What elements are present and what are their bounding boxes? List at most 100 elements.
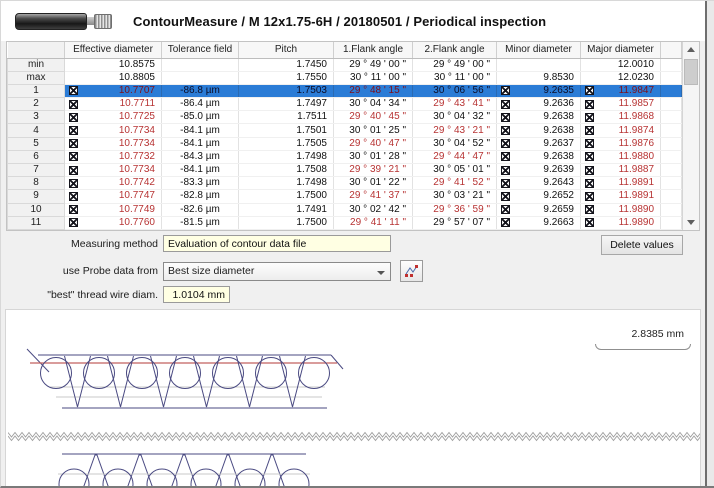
pitch-cell[interactable]: 1.7550 bbox=[239, 71, 334, 84]
row-number[interactable]: 1 bbox=[8, 84, 65, 97]
tolerance-field-cell[interactable]: -85.0 µm bbox=[162, 111, 239, 124]
value-checkbox[interactable] bbox=[501, 86, 510, 95]
flank-angle-2-cell[interactable]: 30 ° 04 ' 52 " bbox=[413, 137, 497, 150]
tolerance-field-cell[interactable]: -86.8 µm bbox=[162, 84, 239, 97]
table-row[interactable]: 410.7734-84.1 µm1.750130 ° 01 ' 25 "29 °… bbox=[8, 124, 682, 137]
flank-angle-2-cell[interactable]: 30 ° 11 ' 00 " bbox=[413, 71, 497, 84]
pitch-cell[interactable]: 1.7450 bbox=[239, 58, 334, 71]
major-diameter-cell[interactable]: 12.0010 bbox=[581, 58, 661, 71]
table-row[interactable]: 310.7725-85.0 µm1.751129 ° 40 ' 45 "30 °… bbox=[8, 111, 682, 124]
tolerance-field-cell[interactable]: -84.1 µm bbox=[162, 164, 239, 177]
effective-diameter-cell[interactable]: 10.7747 bbox=[65, 190, 162, 203]
row-number[interactable]: 7 bbox=[8, 164, 65, 177]
value-checkbox[interactable] bbox=[585, 126, 594, 135]
value-checkbox[interactable] bbox=[501, 126, 510, 135]
tolerance-field-cell[interactable]: -84.3 µm bbox=[162, 150, 239, 163]
row-number[interactable]: 4 bbox=[8, 124, 65, 137]
value-checkbox[interactable] bbox=[585, 205, 594, 214]
value-checkbox[interactable] bbox=[585, 113, 594, 122]
value-checkbox[interactable] bbox=[69, 100, 78, 109]
value-checkbox[interactable] bbox=[585, 218, 594, 227]
limit-row[interactable]: max10.88051.755030 ° 11 ' 00 "30 ° 11 ' … bbox=[8, 71, 682, 84]
table-row[interactable]: 810.7742-83.3 µm1.749830 ° 01 ' 22 "29 °… bbox=[8, 177, 682, 190]
value-checkbox[interactable] bbox=[501, 113, 510, 122]
table-row[interactable]: 510.7734-84.1 µm1.750529 ° 40 ' 47 "30 °… bbox=[8, 137, 682, 150]
value-checkbox[interactable] bbox=[501, 166, 510, 175]
flank-angle-1-cell[interactable]: 30 ° 01 ' 22 " bbox=[334, 177, 413, 190]
pitch-cell[interactable]: 1.7501 bbox=[239, 124, 334, 137]
pitch-cell[interactable]: 1.7505 bbox=[239, 137, 334, 150]
effective-diameter-cell[interactable]: 10.7711 bbox=[65, 98, 162, 111]
tolerance-field-cell[interactable]: -86.4 µm bbox=[162, 98, 239, 111]
minor-diameter-cell[interactable] bbox=[497, 58, 581, 71]
tolerance-field-cell[interactable] bbox=[162, 71, 239, 84]
value-checkbox[interactable] bbox=[501, 192, 510, 201]
value-checkbox[interactable] bbox=[501, 139, 510, 148]
value-checkbox[interactable] bbox=[501, 100, 510, 109]
value-checkbox[interactable] bbox=[69, 218, 78, 227]
minor-diameter-cell[interactable]: 9.2643 bbox=[497, 177, 581, 190]
flank-angle-1-cell[interactable]: 29 ° 40 ' 47 " bbox=[334, 137, 413, 150]
effective-diameter-cell[interactable]: 10.7732 bbox=[65, 150, 162, 163]
flank-angle-1-cell[interactable]: 29 ° 41 ' 11 " bbox=[334, 216, 413, 229]
flank-angle-2-cell[interactable]: 30 ° 04 ' 32 " bbox=[413, 111, 497, 124]
flank-angle-2-cell[interactable]: 30 ° 06 ' 56 " bbox=[413, 84, 497, 97]
effective-diameter-cell[interactable]: 10.7734 bbox=[65, 137, 162, 150]
value-checkbox[interactable] bbox=[69, 126, 78, 135]
effective-diameter-cell[interactable]: 10.7734 bbox=[65, 164, 162, 177]
minor-diameter-cell[interactable]: 9.2638 bbox=[497, 124, 581, 137]
pitch-cell[interactable]: 1.7508 bbox=[239, 164, 334, 177]
table-row[interactable]: 110.7707-86.8 µm1.750329 ° 48 ' 15 "30 °… bbox=[8, 84, 682, 97]
minor-diameter-cell[interactable]: 9.2639 bbox=[497, 164, 581, 177]
major-diameter-cell[interactable]: 11.9890 bbox=[581, 216, 661, 229]
flank-angle-2-cell[interactable]: 29 ° 43 ' 41 " bbox=[413, 98, 497, 111]
major-diameter-cell[interactable]: 11.9891 bbox=[581, 190, 661, 203]
tolerance-field-cell[interactable]: -83.3 µm bbox=[162, 177, 239, 190]
minor-diameter-cell[interactable]: 9.2635 bbox=[497, 84, 581, 97]
tolerance-field-cell[interactable]: -81.5 µm bbox=[162, 216, 239, 229]
limit-row[interactable]: min10.85751.745029 ° 49 ' 00 "29 ° 49 ' … bbox=[8, 58, 682, 71]
effective-diameter-cell[interactable]: 10.7749 bbox=[65, 203, 162, 216]
minor-diameter-cell[interactable]: 9.2637 bbox=[497, 137, 581, 150]
flank-angle-2-cell[interactable]: 29 ° 43 ' 21 " bbox=[413, 124, 497, 137]
minor-diameter-cell[interactable]: 9.2659 bbox=[497, 203, 581, 216]
value-checkbox[interactable] bbox=[69, 179, 78, 188]
probe-points-button[interactable] bbox=[400, 260, 423, 282]
major-diameter-cell[interactable]: 11.9890 bbox=[581, 203, 661, 216]
effective-diameter-cell[interactable]: 10.7742 bbox=[65, 177, 162, 190]
value-checkbox[interactable] bbox=[69, 166, 78, 175]
major-diameter-cell[interactable]: 11.9857 bbox=[581, 98, 661, 111]
minor-diameter-cell[interactable]: 9.2636 bbox=[497, 98, 581, 111]
row-number[interactable]: 11 bbox=[8, 216, 65, 229]
table-row[interactable]: 1110.7760-81.5 µm1.750029 ° 41 ' 11 "29 … bbox=[8, 216, 682, 229]
flank-angle-2-cell[interactable]: 29 ° 57 ' 07 " bbox=[413, 216, 497, 229]
value-checkbox[interactable] bbox=[585, 179, 594, 188]
row-number[interactable]: max bbox=[8, 71, 65, 84]
delete-values-button[interactable]: Delete values bbox=[601, 235, 683, 255]
effective-diameter-cell[interactable]: 10.8575 bbox=[65, 58, 162, 71]
scroll-up-button[interactable] bbox=[683, 42, 699, 57]
value-checkbox[interactable] bbox=[585, 86, 594, 95]
pitch-cell[interactable]: 1.7500 bbox=[239, 216, 334, 229]
pitch-cell[interactable]: 1.7500 bbox=[239, 190, 334, 203]
row-number[interactable]: 6 bbox=[8, 150, 65, 163]
value-checkbox[interactable] bbox=[69, 113, 78, 122]
value-checkbox[interactable] bbox=[69, 152, 78, 161]
value-checkbox[interactable] bbox=[585, 139, 594, 148]
effective-diameter-cell[interactable]: 10.7734 bbox=[65, 124, 162, 137]
effective-diameter-cell[interactable]: 10.7760 bbox=[65, 216, 162, 229]
table-scrollbar[interactable] bbox=[682, 42, 699, 230]
tolerance-field-cell[interactable] bbox=[162, 58, 239, 71]
pitch-cell[interactable]: 1.7511 bbox=[239, 111, 334, 124]
table-row[interactable]: 610.7732-84.3 µm1.749830 ° 01 ' 28 "29 °… bbox=[8, 150, 682, 163]
effective-diameter-cell[interactable]: 10.7725 bbox=[65, 111, 162, 124]
pitch-cell[interactable]: 1.7498 bbox=[239, 150, 334, 163]
row-number[interactable]: 9 bbox=[8, 190, 65, 203]
value-checkbox[interactable] bbox=[69, 192, 78, 201]
row-number[interactable]: 8 bbox=[8, 177, 65, 190]
scrollbar-thumb[interactable] bbox=[684, 59, 698, 85]
row-number[interactable]: 3 bbox=[8, 111, 65, 124]
major-diameter-cell[interactable]: 11.9847 bbox=[581, 84, 661, 97]
major-diameter-cell[interactable]: 11.9887 bbox=[581, 164, 661, 177]
effective-diameter-cell[interactable]: 10.7707 bbox=[65, 84, 162, 97]
